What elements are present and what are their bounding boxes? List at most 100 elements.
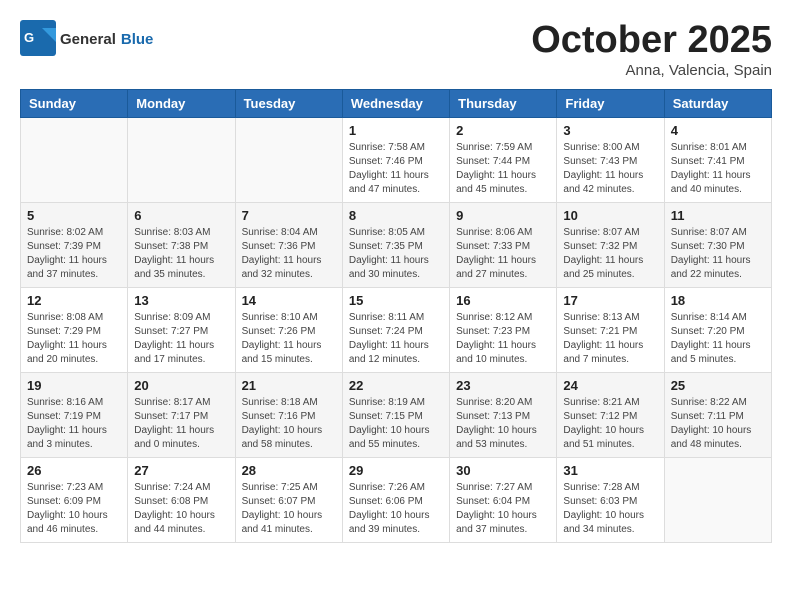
calendar-cell: 6Sunrise: 8:03 AMSunset: 7:38 PMDaylight… [128, 202, 235, 287]
month-title: October 2025 [531, 20, 772, 62]
day-info: Sunrise: 8:11 AMSunset: 7:24 PMDaylight:… [349, 311, 443, 367]
calendar-cell: 11Sunrise: 8:07 AMSunset: 7:30 PMDayligh… [664, 202, 771, 287]
day-number: 14 [242, 293, 336, 308]
day-number: 10 [563, 208, 657, 223]
calendar-cell: 31 Sunrise: 7:28 AMSunset: 6:03 PMDayligh… [557, 457, 664, 542]
day-info: Sunrise: 8:09 AMSunset: 7:27 PMDaylight:… [134, 311, 228, 367]
day-info: Sunrise: 8:06 AMSunset: 7:33 PMDaylight:… [456, 226, 550, 282]
location-subtitle: Anna, Valencia, Spain [531, 62, 772, 79]
day-number: 21 [242, 378, 336, 393]
day-info: Sunrise: 8:16 AMSunset: 7:19 PMDaylight:… [27, 396, 121, 452]
calendar-week-3: 12 Sunrise: 8:08 AMSunset: 7:29 PMDayligh… [21, 287, 772, 372]
day-info: Sunrise: 8:14 AMSunset: 7:20 PMDaylight:… [671, 311, 765, 367]
calendar-cell: 26 Sunrise: 7:23 AMSunset: 6:09 PMDayligh… [21, 457, 128, 542]
day-info: Sunrise: 8:08 AMSunset: 7:29 PMDaylight:… [27, 311, 121, 367]
day-number: 30 [456, 463, 550, 478]
calendar-cell: 22 Sunrise: 8:19 AMSunset: 7:15 PMDayligh… [342, 372, 449, 457]
column-header-friday: Friday [557, 89, 664, 117]
calendar-cell: 30 Sunrise: 7:27 AMSunset: 6:04 PMDayligh… [450, 457, 557, 542]
column-header-wednesday: Wednesday [342, 89, 449, 117]
calendar-cell: 24 Sunrise: 8:21 AMSunset: 7:12 PMDayligh… [557, 372, 664, 457]
day-number: 18 [671, 293, 765, 308]
calendar-cell [664, 457, 771, 542]
calendar-cell: 9 Sunrise: 8:06 AMSunset: 7:33 PMDaylight… [450, 202, 557, 287]
calendar-cell: 14 Sunrise: 8:10 AMSunset: 7:26 PMDayligh… [235, 287, 342, 372]
calendar-cell: 4Sunrise: 8:01 AMSunset: 7:41 PMDaylight… [664, 117, 771, 202]
calendar-cell: 18 Sunrise: 8:14 AMSunset: 7:20 PMDayligh… [664, 287, 771, 372]
day-number: 13 [134, 293, 228, 308]
day-info: Sunrise: 7:28 AMSunset: 6:03 PMDaylight:… [563, 481, 657, 537]
calendar-cell [128, 117, 235, 202]
day-number: 26 [27, 463, 121, 478]
calendar-cell: 13 Sunrise: 8:09 AMSunset: 7:27 PMDayligh… [128, 287, 235, 372]
day-number: 27 [134, 463, 228, 478]
column-header-tuesday: Tuesday [235, 89, 342, 117]
svg-text:G: G [24, 30, 34, 45]
title-block: October 2025 Anna, Valencia, Spain [531, 20, 772, 79]
calendar-cell: 8Sunrise: 8:05 AMSunset: 7:35 PMDaylight… [342, 202, 449, 287]
column-header-saturday: Saturday [664, 89, 771, 117]
calendar-week-2: 5Sunrise: 8:02 AMSunset: 7:39 PMDaylight… [21, 202, 772, 287]
calendar-cell: 7 Sunrise: 8:04 AMSunset: 7:36 PMDaylight… [235, 202, 342, 287]
day-number: 12 [27, 293, 121, 308]
calendar-table: SundayMondayTuesdayWednesdayThursdayFrid… [20, 89, 772, 543]
day-info: Sunrise: 7:23 AMSunset: 6:09 PMDaylight:… [27, 481, 121, 537]
day-info: Sunrise: 8:20 AMSunset: 7:13 PMDaylight:… [456, 396, 550, 452]
calendar-cell: 16 Sunrise: 8:12 AMSunset: 7:23 PMDayligh… [450, 287, 557, 372]
day-number: 1 [349, 123, 443, 138]
day-number: 7 [242, 208, 336, 223]
day-number: 17 [563, 293, 657, 308]
day-info: Sunrise: 8:07 AMSunset: 7:30 PMDaylight:… [671, 226, 765, 282]
day-info: Sunrise: 8:21 AMSunset: 7:12 PMDaylight:… [563, 396, 657, 452]
day-info: Sunrise: 8:10 AMSunset: 7:26 PMDaylight:… [242, 311, 336, 367]
calendar-week-4: 19Sunrise: 8:16 AMSunset: 7:19 PMDayligh… [21, 372, 772, 457]
logo-general-text: General [60, 31, 116, 48]
calendar-cell: 1 Sunrise: 7:58 AMSunset: 7:46 PMDaylight… [342, 117, 449, 202]
calendar-cell: 23Sunrise: 8:20 AMSunset: 7:13 PMDayligh… [450, 372, 557, 457]
day-number: 25 [671, 378, 765, 393]
day-number: 9 [456, 208, 550, 223]
calendar-cell: 15 Sunrise: 8:11 AMSunset: 7:24 PMDayligh… [342, 287, 449, 372]
day-number: 28 [242, 463, 336, 478]
calendar-cell: 19Sunrise: 8:16 AMSunset: 7:19 PMDayligh… [21, 372, 128, 457]
day-info: Sunrise: 7:26 AMSunset: 6:06 PMDaylight:… [349, 481, 443, 537]
calendar-cell: 12 Sunrise: 8:08 AMSunset: 7:29 PMDayligh… [21, 287, 128, 372]
day-info: Sunrise: 8:13 AMSunset: 7:21 PMDaylight:… [563, 311, 657, 367]
day-info: Sunrise: 8:02 AMSunset: 7:39 PMDaylight:… [27, 226, 121, 282]
day-info: Sunrise: 7:24 AMSunset: 6:08 PMDaylight:… [134, 481, 228, 537]
calendar-cell: 17 Sunrise: 8:13 AMSunset: 7:21 PMDayligh… [557, 287, 664, 372]
day-number: 22 [349, 378, 443, 393]
logo: G General Blue [20, 20, 153, 56]
day-number: 24 [563, 378, 657, 393]
day-info: Sunrise: 8:07 AMSunset: 7:32 PMDaylight:… [563, 226, 657, 282]
calendar-cell: 10 Sunrise: 8:07 AMSunset: 7:32 PMDayligh… [557, 202, 664, 287]
logo-blue-text: Blue [121, 31, 154, 48]
day-info: Sunrise: 8:19 AMSunset: 7:15 PMDaylight:… [349, 396, 443, 452]
day-info: Sunrise: 7:25 AMSunset: 6:07 PMDaylight:… [242, 481, 336, 537]
day-info: Sunrise: 8:12 AMSunset: 7:23 PMDaylight:… [456, 311, 550, 367]
day-info: Sunrise: 8:04 AMSunset: 7:36 PMDaylight:… [242, 226, 336, 282]
day-info: Sunrise: 8:22 AMSunset: 7:11 PMDaylight:… [671, 396, 765, 452]
day-number: 31 [563, 463, 657, 478]
day-info: Sunrise: 7:59 AMSunset: 7:44 PMDaylight:… [456, 141, 550, 197]
day-number: 20 [134, 378, 228, 393]
day-number: 2 [456, 123, 550, 138]
calendar-cell: 3Sunrise: 8:00 AMSunset: 7:43 PMDaylight… [557, 117, 664, 202]
day-number: 4 [671, 123, 765, 138]
day-number: 15 [349, 293, 443, 308]
calendar-cell [21, 117, 128, 202]
day-number: 6 [134, 208, 228, 223]
calendar-cell: 21Sunrise: 8:18 AMSunset: 7:16 PMDayligh… [235, 372, 342, 457]
day-info: Sunrise: 7:58 AMSunset: 7:46 PMDaylight:… [349, 141, 443, 197]
page-header: G General Blue October 2025 Anna, Valenc… [20, 20, 772, 79]
column-header-thursday: Thursday [450, 89, 557, 117]
calendar-cell: 20 Sunrise: 8:17 AMSunset: 7:17 PMDayligh… [128, 372, 235, 457]
calendar-week-1: 1 Sunrise: 7:58 AMSunset: 7:46 PMDaylight… [21, 117, 772, 202]
day-number: 16 [456, 293, 550, 308]
day-info: Sunrise: 7:27 AMSunset: 6:04 PMDaylight:… [456, 481, 550, 537]
calendar-cell [235, 117, 342, 202]
day-info: Sunrise: 8:17 AMSunset: 7:17 PMDaylight:… [134, 396, 228, 452]
calendar-cell: 28 Sunrise: 7:25 AMSunset: 6:07 PMDayligh… [235, 457, 342, 542]
calendar-cell: 29Sunrise: 7:26 AMSunset: 6:06 PMDayligh… [342, 457, 449, 542]
day-number: 3 [563, 123, 657, 138]
